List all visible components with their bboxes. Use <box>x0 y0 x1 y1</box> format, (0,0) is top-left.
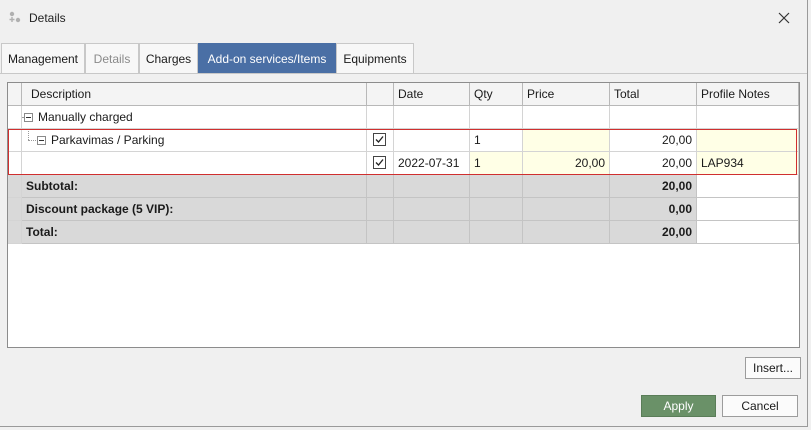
service-item-row[interactable]: Parkavimas / Parking 1 20,00 <box>8 129 799 152</box>
item-qty-cell[interactable]: 1 <box>470 129 523 152</box>
insert-button[interactable]: Insert... <box>745 357 801 379</box>
grid-cell <box>523 198 610 221</box>
detail-price-cell[interactable]: 20,00 <box>523 152 610 175</box>
subtotal-label: Subtotal: <box>22 175 367 198</box>
item-total-cell[interactable]: 20,00 <box>610 129 697 152</box>
total-value: 20,00 <box>610 221 697 244</box>
item-checkbox[interactable] <box>373 133 386 146</box>
discount-label: Discount package (5 VIP): <box>22 198 367 221</box>
grid-cell <box>697 221 799 244</box>
detail-qty-cell[interactable]: 1 <box>470 152 523 175</box>
grid-cell <box>523 106 610 129</box>
column-header-total[interactable]: Total <box>610 83 697 106</box>
grid-cell <box>523 221 610 244</box>
total-row: Total: 20,00 <box>8 221 799 244</box>
grid-cell <box>367 198 394 221</box>
grid-cell <box>697 106 799 129</box>
row-indicator <box>8 198 22 221</box>
grid-header-row: Description Date Qty Price Total Profile… <box>8 83 799 106</box>
group-row[interactable]: Manually charged <box>8 106 799 129</box>
close-button[interactable] <box>770 4 798 32</box>
close-icon <box>778 12 790 24</box>
apply-button[interactable]: Apply <box>641 395 716 417</box>
total-label: Total: <box>22 221 367 244</box>
collapse-icon[interactable] <box>37 136 46 145</box>
service-detail-row[interactable]: 2022-07-31 1 20,00 20,00 LAP934 <box>8 152 799 175</box>
item-check-cell[interactable] <box>367 129 394 152</box>
row-indicator <box>8 152 22 175</box>
grid-cell <box>367 221 394 244</box>
grid-cell <box>697 175 799 198</box>
tab-add-on-services[interactable]: Add-on services/Items <box>198 43 336 73</box>
title-bar: Details <box>0 0 807 36</box>
details-window: Details Management Details Charges Add-o… <box>0 0 808 427</box>
tab-details[interactable]: Details <box>85 43 139 73</box>
grid-cell <box>394 198 470 221</box>
column-header-price[interactable]: Price <box>523 83 610 106</box>
cancel-button[interactable]: Cancel <box>722 395 798 417</box>
item-description: Parkavimas / Parking <box>51 133 165 147</box>
item-notes-cell[interactable] <box>697 129 799 152</box>
grid-cell <box>470 221 523 244</box>
column-header-profile-notes[interactable]: Profile Notes <box>697 83 799 106</box>
item-description-cell[interactable]: Parkavimas / Parking <box>22 129 367 152</box>
subtotal-row: Subtotal: 20,00 <box>8 175 799 198</box>
grid-cell <box>394 175 470 198</box>
collapse-icon[interactable] <box>24 113 33 122</box>
column-header-description[interactable]: Description <box>22 83 367 106</box>
row-indicator <box>8 175 22 198</box>
checkmark-icon <box>375 159 384 166</box>
detail-date-cell[interactable]: 2022-07-31 <box>394 152 470 175</box>
discount-row: Discount package (5 VIP): 0,00 <box>8 198 799 221</box>
item-date-cell[interactable] <box>394 129 470 152</box>
grid-cell <box>394 221 470 244</box>
group-label: Manually charged <box>38 110 133 124</box>
app-icon <box>9 11 21 23</box>
detail-total-cell[interactable]: 20,00 <box>610 152 697 175</box>
subtotal-value: 20,00 <box>610 175 697 198</box>
tree-connector <box>28 129 29 140</box>
services-grid[interactable]: Description Date Qty Price Total Profile… <box>7 82 800 348</box>
grid-cell <box>523 175 610 198</box>
detail-description-cell[interactable] <box>22 152 367 175</box>
detail-notes-cell[interactable]: LAP934 <box>697 152 799 175</box>
detail-check-cell[interactable] <box>367 152 394 175</box>
grid-cell <box>470 106 523 129</box>
grid-cell <box>470 175 523 198</box>
add-on-services-panel: Description Date Qty Price Total Profile… <box>0 74 807 426</box>
tab-equipments[interactable]: Equipments <box>336 43 414 73</box>
tab-charges[interactable]: Charges <box>139 43 198 73</box>
row-indicator <box>8 106 22 129</box>
column-header-date[interactable]: Date <box>394 83 470 106</box>
row-indicator <box>8 129 22 152</box>
row-indicator-header <box>8 83 22 106</box>
row-indicator <box>8 221 22 244</box>
checkmark-icon <box>375 136 384 143</box>
item-price-cell[interactable] <box>523 129 610 152</box>
window-title: Details <box>29 11 66 25</box>
column-header-qty[interactable]: Qty <box>470 83 523 106</box>
grid-cell <box>367 175 394 198</box>
grid-cell <box>470 198 523 221</box>
grid-cell <box>367 106 394 129</box>
tab-management[interactable]: Management <box>1 43 85 73</box>
grid-cell <box>394 106 470 129</box>
grid-cell <box>610 106 697 129</box>
group-description-cell: Manually charged <box>22 106 367 129</box>
column-header-check[interactable] <box>367 83 394 106</box>
grid-cell <box>697 198 799 221</box>
detail-checkbox[interactable] <box>373 156 386 169</box>
discount-value: 0,00 <box>610 198 697 221</box>
